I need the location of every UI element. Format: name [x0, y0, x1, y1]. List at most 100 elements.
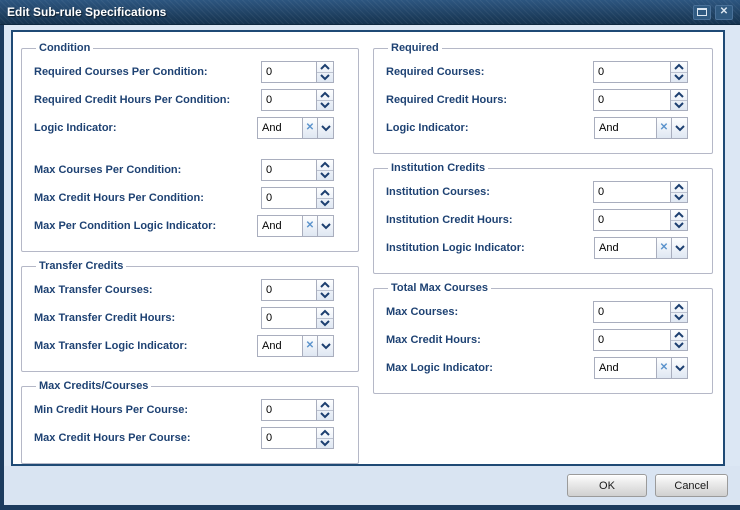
field-label: Required Credit Hours:: [386, 94, 508, 106]
spinner-up-button[interactable]: [317, 188, 333, 199]
combo-input[interactable]: [257, 215, 303, 237]
field-label: Logic Indicator:: [34, 122, 117, 134]
chevron-down-icon: [674, 364, 685, 371]
number-input[interactable]: [593, 89, 671, 111]
fieldset-total-max-courses: Total Max Courses Max Courses: Max Credit…: [373, 282, 713, 394]
spinner-up-button[interactable]: [317, 400, 333, 411]
spinner-down-button[interactable]: [317, 439, 333, 449]
cancel-button[interactable]: Cancel: [655, 474, 728, 497]
fieldset-transfer-credits: Transfer Credits Max Transfer Courses: Ma…: [21, 260, 359, 372]
spinner-down-button[interactable]: [317, 319, 333, 329]
chevron-up-icon: [320, 429, 330, 436]
number-input[interactable]: [593, 61, 671, 83]
clear-x-icon: ✕: [305, 340, 315, 351]
number-input[interactable]: [261, 89, 317, 111]
chevron-up-icon: [674, 303, 684, 310]
number-input[interactable]: [593, 301, 671, 323]
spinner-down-button[interactable]: [317, 73, 333, 83]
spinner-up-button[interactable]: [671, 90, 687, 101]
spinner-down-button[interactable]: [671, 101, 687, 111]
spinner-up-button[interactable]: [317, 308, 333, 319]
number-field: [261, 187, 334, 209]
ok-button[interactable]: OK: [567, 474, 647, 497]
number-field: [593, 209, 688, 231]
restore-icon: [697, 8, 707, 16]
restore-button[interactable]: [693, 4, 711, 20]
combo-dropdown-button[interactable]: [317, 215, 334, 237]
combo-input[interactable]: [257, 335, 303, 357]
spinner-down-button[interactable]: [671, 73, 687, 83]
combo-clear-button[interactable]: ✕: [302, 215, 318, 237]
combo-input[interactable]: [257, 117, 303, 139]
spinner-up-button[interactable]: [317, 62, 333, 73]
spinner-down-button[interactable]: [317, 411, 333, 421]
spinner-buttons: [670, 329, 688, 351]
chevron-down-icon: [674, 102, 684, 109]
number-input[interactable]: [593, 209, 671, 231]
field-label: Max Transfer Credit Hours:: [34, 312, 176, 324]
spinner-up-button[interactable]: [671, 182, 687, 193]
chevron-down-icon: [320, 320, 330, 327]
spinner-down-button[interactable]: [317, 291, 333, 301]
combo-dropdown-button[interactable]: [671, 117, 688, 139]
spinner-down-button[interactable]: [317, 199, 333, 209]
combo-clear-button[interactable]: ✕: [302, 117, 318, 139]
number-field: [593, 61, 688, 83]
spinner-down-button[interactable]: [317, 101, 333, 111]
combo-clear-button[interactable]: ✕: [656, 117, 672, 139]
number-input[interactable]: [261, 159, 317, 181]
number-input[interactable]: [261, 61, 317, 83]
number-field: [261, 307, 334, 329]
spinner-buttons: [670, 61, 688, 83]
chevron-up-icon: [674, 211, 684, 218]
field-row: Required Credit Hours:: [386, 89, 688, 111]
field-row: Max Courses:: [386, 301, 688, 323]
footer-toolbar: OK Cancel: [4, 466, 740, 505]
number-input[interactable]: [593, 181, 671, 203]
spinner-buttons: [316, 307, 334, 329]
combo-clear-button[interactable]: ✕: [656, 357, 672, 379]
number-input[interactable]: [593, 329, 671, 351]
combo-dropdown-button[interactable]: [671, 237, 688, 259]
titlebar[interactable]: Edit Sub-rule Specifications ✕: [0, 0, 740, 25]
combo-clear-button[interactable]: ✕: [302, 335, 318, 357]
spinner-up-button[interactable]: [317, 280, 333, 291]
field-row: Max Credit Hours Per Course:: [34, 427, 334, 449]
spinner-down-button[interactable]: [317, 171, 333, 181]
fieldset-institution-credits: Institution Credits Institution Courses: …: [373, 162, 713, 274]
number-input[interactable]: [261, 279, 317, 301]
number-field: [593, 301, 688, 323]
combo-input[interactable]: [594, 357, 657, 379]
chevron-down-icon: [320, 342, 331, 349]
combo-dropdown-button[interactable]: [671, 357, 688, 379]
combo-field: ✕: [594, 237, 688, 259]
chevron-down-icon: [320, 102, 330, 109]
number-input[interactable]: [261, 307, 317, 329]
spinner-up-button[interactable]: [671, 302, 687, 313]
number-input[interactable]: [261, 399, 317, 421]
spinner-up-button[interactable]: [317, 90, 333, 101]
spinner-up-button[interactable]: [671, 62, 687, 73]
spinner-down-button[interactable]: [671, 313, 687, 323]
spinner-down-button[interactable]: [671, 193, 687, 203]
spinner-down-button[interactable]: [671, 221, 687, 231]
close-button[interactable]: ✕: [715, 4, 733, 20]
spinner-down-button[interactable]: [671, 341, 687, 351]
field-row: Max Transfer Credit Hours:: [34, 307, 334, 329]
combo-input[interactable]: [594, 117, 657, 139]
combo-input[interactable]: [594, 237, 657, 259]
fieldset-max-credits-courses: Max Credits/Courses Min Credit Hours Per …: [21, 380, 359, 464]
spinner-up-button[interactable]: [671, 210, 687, 221]
combo-dropdown-button[interactable]: [317, 117, 334, 139]
number-input[interactable]: [261, 427, 317, 449]
chevron-down-icon: [320, 292, 330, 299]
spinner-up-button[interactable]: [317, 428, 333, 439]
field-label: Institution Courses:: [386, 186, 490, 198]
spinner-up-button[interactable]: [671, 330, 687, 341]
combo-dropdown-button[interactable]: [317, 335, 334, 357]
number-input[interactable]: [261, 187, 317, 209]
combo-clear-button[interactable]: ✕: [656, 237, 672, 259]
fieldset-title: Total Max Courses: [391, 282, 488, 294]
spinner-up-button[interactable]: [317, 160, 333, 171]
spinner-buttons: [316, 187, 334, 209]
